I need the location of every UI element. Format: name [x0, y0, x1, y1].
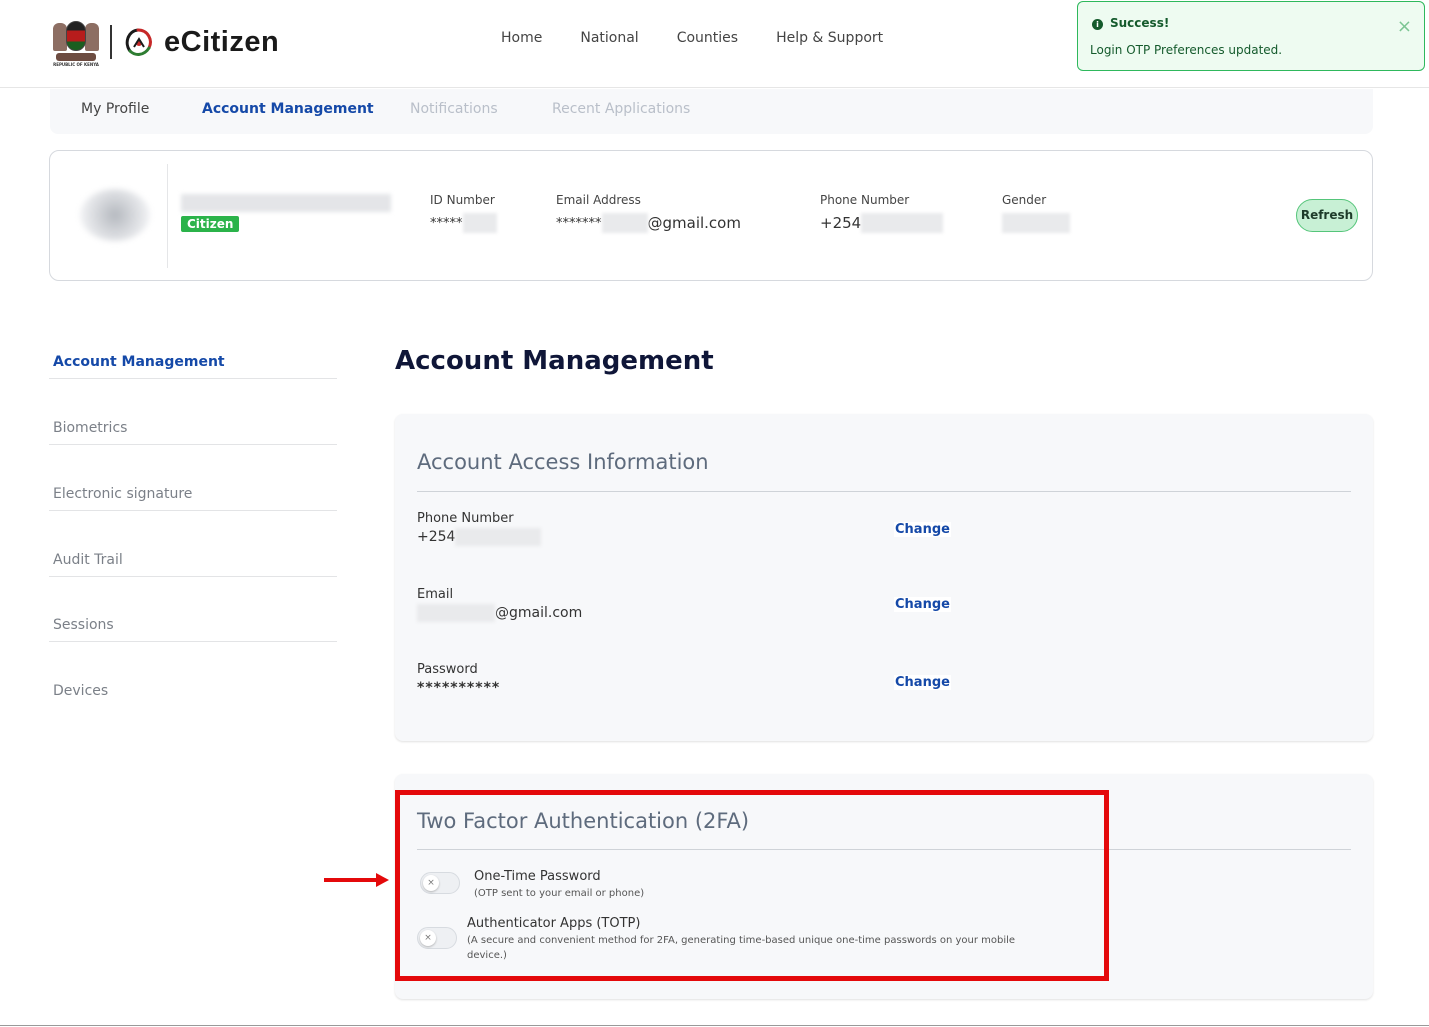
- id-number-redacted: [462, 213, 497, 233]
- id-number-field: ID Number *****: [430, 193, 497, 233]
- sidebar-item-label: Devices: [53, 683, 109, 699]
- tab-account-management[interactable]: Account Management: [202, 101, 374, 117]
- phone-number-label: Phone Number: [820, 193, 910, 207]
- change-email-button[interactable]: Change: [894, 597, 951, 612]
- gender-value-row: [1002, 213, 1070, 233]
- nav-help-support[interactable]: Help & Support: [776, 30, 883, 46]
- sidebar-item-biometrics[interactable]: Biometrics: [49, 406, 337, 445]
- nav-national[interactable]: National: [580, 30, 638, 46]
- brand-name: eCitizen: [164, 25, 280, 58]
- change-password-button[interactable]: Change: [894, 675, 951, 690]
- citizen-badge: Citizen: [181, 216, 240, 232]
- main-nav: Home National Counties Help & Support: [501, 30, 921, 46]
- sidebar-item-audit-trail[interactable]: Audit Trail: [49, 538, 337, 577]
- phone-label: Phone Number: [417, 511, 514, 526]
- close-icon[interactable]: ×: [1397, 18, 1412, 36]
- tab-notifications[interactable]: Notifications: [410, 101, 498, 117]
- email-value-row: @gmail.com: [417, 604, 582, 622]
- password-value: **********: [417, 680, 501, 696]
- tab-recent-applications[interactable]: Recent Applications: [552, 101, 690, 117]
- sidebar-item-label: Account Management: [53, 354, 225, 370]
- toast-message: Login OTP Preferences updated.: [1090, 43, 1283, 57]
- id-number-value: *****: [430, 215, 463, 231]
- sidebar-item-sessions[interactable]: Sessions: [49, 603, 337, 642]
- footer-divider: [0, 1025, 1429, 1026]
- access-section-title: Account Access Information: [417, 450, 709, 474]
- change-phone-button[interactable]: Change: [894, 522, 951, 537]
- phone-value-row: +254: [820, 213, 944, 233]
- email-suffix: @gmail.com: [647, 214, 741, 232]
- email-redacted: [417, 604, 495, 622]
- avatar: [80, 189, 150, 241]
- id-number-label: ID Number: [430, 193, 495, 207]
- success-toast: i Success! Login OTP Preferences updated…: [1077, 1, 1425, 71]
- email-address-field: Email Address ******* @gmail.com: [556, 193, 741, 233]
- nav-counties[interactable]: Counties: [677, 30, 738, 46]
- logo[interactable]: REPUBLIC OF KENYA eCitizen: [50, 14, 279, 70]
- annotation-arrow: [324, 878, 378, 882]
- phone-number-field: Phone Number +254: [820, 193, 944, 233]
- phone-value-row: +254: [417, 528, 542, 546]
- user-name-redacted: [181, 194, 391, 212]
- sidebar-item-label: Sessions: [53, 617, 114, 633]
- sidebar-item-devices[interactable]: Devices: [49, 669, 337, 708]
- account-access-card: Account Access Information Phone Number …: [395, 414, 1373, 741]
- sidebar-item-account-management[interactable]: Account Management: [49, 340, 337, 379]
- access-divider: [417, 491, 1351, 492]
- gender-label: Gender: [1002, 193, 1047, 207]
- coat-caption: REPUBLIC OF KENYA: [53, 62, 99, 67]
- profile-divider: [167, 164, 168, 268]
- coat-of-arms-icon: REPUBLIC OF KENYA: [50, 15, 102, 69]
- highlight-box: [395, 790, 1109, 981]
- email-label: Email: [417, 587, 454, 602]
- email-address-label: Email Address: [556, 193, 641, 207]
- sidebar-item-label: Electronic signature: [53, 486, 193, 502]
- profile-summary-card: Citizen ID Number ***** Email Address **…: [49, 150, 1373, 281]
- logo-divider: [110, 25, 112, 59]
- info-icon: i: [1092, 19, 1103, 30]
- ecitizen-logo-icon: [125, 28, 152, 56]
- tab-my-profile[interactable]: My Profile: [81, 101, 149, 117]
- nav-home[interactable]: Home: [501, 30, 542, 46]
- page-title: Account Management: [395, 346, 714, 376]
- arrow-head-icon: [376, 873, 389, 887]
- toast-title: Success!: [1110, 16, 1170, 30]
- phone-prefix: +254: [417, 529, 456, 545]
- sidebar-item-label: Biometrics: [53, 420, 128, 436]
- sidebar-item-electronic-signature[interactable]: Electronic signature: [49, 472, 337, 511]
- email-value-row: ******* @gmail.com: [556, 213, 741, 233]
- id-number-value-row: *****: [430, 213, 497, 233]
- gender-field: Gender: [1002, 193, 1070, 233]
- email-prefix: *******: [556, 215, 602, 231]
- refresh-button[interactable]: Refresh: [1296, 199, 1358, 232]
- sidebar-item-label: Audit Trail: [53, 552, 123, 568]
- profile-tabs: My Profile Account Management Notificati…: [50, 89, 1373, 134]
- email-redacted: [601, 213, 648, 233]
- phone-redacted: [455, 528, 542, 546]
- password-label: Password: [417, 662, 478, 677]
- phone-redacted: [861, 213, 944, 233]
- phone-prefix: +254: [820, 214, 862, 232]
- email-suffix: @gmail.com: [495, 605, 583, 621]
- gender-redacted: [1002, 213, 1070, 233]
